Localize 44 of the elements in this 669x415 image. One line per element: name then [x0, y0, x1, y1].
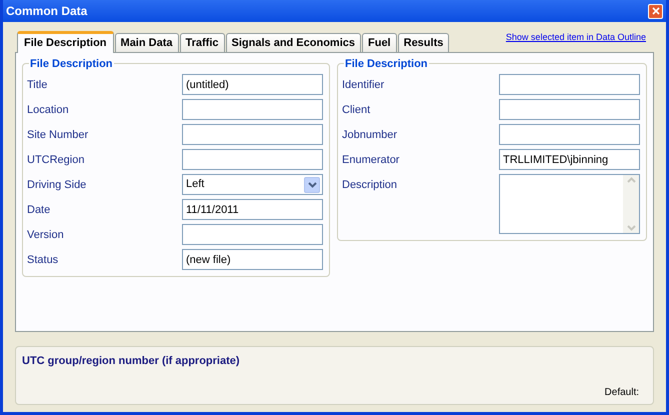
field-label: Jobnumber — [342, 128, 398, 143]
field-label: Status — [27, 253, 58, 268]
group-title: File Description — [344, 56, 429, 72]
default-label: Default: — [604, 386, 639, 400]
text-field[interactable]: (untitled) — [182, 74, 323, 95]
text-field[interactable] — [182, 124, 323, 145]
description-field[interactable] — [499, 174, 640, 234]
text-field[interactable]: 11/11/2011 — [182, 199, 323, 220]
scroll-up-icon[interactable] — [626, 177, 636, 183]
field-label: Title — [27, 78, 48, 93]
tab[interactable]: Main Data — [114, 33, 178, 52]
close-button[interactable] — [648, 4, 663, 18]
scroll-down-icon[interactable] — [626, 225, 636, 231]
group-title: File Description — [29, 56, 114, 72]
text-field[interactable] — [182, 224, 323, 245]
help-title: UTC group/region number (if appropriate) — [22, 354, 241, 369]
tab[interactable]: Traffic — [180, 33, 225, 52]
window-title: Common Data — [6, 3, 88, 20]
chevron-down-icon — [304, 176, 320, 192]
field-label: Date — [27, 203, 50, 218]
tab[interactable]: File Description — [17, 31, 114, 53]
outline-link[interactable]: Show selected item in Data Outline — [506, 30, 646, 44]
dropdown[interactable]: Left — [182, 174, 323, 195]
scrollbar[interactable] — [623, 175, 639, 233]
tab[interactable]: Signals and Economics — [226, 33, 361, 52]
field-label: Client — [342, 103, 370, 118]
text-field[interactable]: TRLLIMITED\jbinning — [499, 149, 640, 170]
field-label: Site Number — [27, 128, 88, 143]
tab[interactable]: Fuel — [362, 33, 397, 52]
field-label: Location — [27, 103, 69, 118]
field-label: UTCRegion — [27, 153, 84, 168]
field-label: Version — [27, 228, 64, 243]
text-field[interactable] — [499, 74, 640, 95]
text-field[interactable] — [499, 124, 640, 145]
close-icon — [652, 7, 660, 15]
tab[interactable]: Results — [398, 33, 450, 52]
text-field[interactable] — [182, 99, 323, 120]
field-label: Description — [342, 178, 398, 193]
text-field[interactable]: (new file) — [182, 249, 323, 270]
text-field[interactable] — [182, 149, 323, 170]
field-label: Identifier — [342, 78, 384, 93]
field-label: Driving Side — [27, 178, 86, 193]
field-label: Enumerator — [342, 153, 400, 168]
text-field[interactable] — [499, 99, 640, 120]
